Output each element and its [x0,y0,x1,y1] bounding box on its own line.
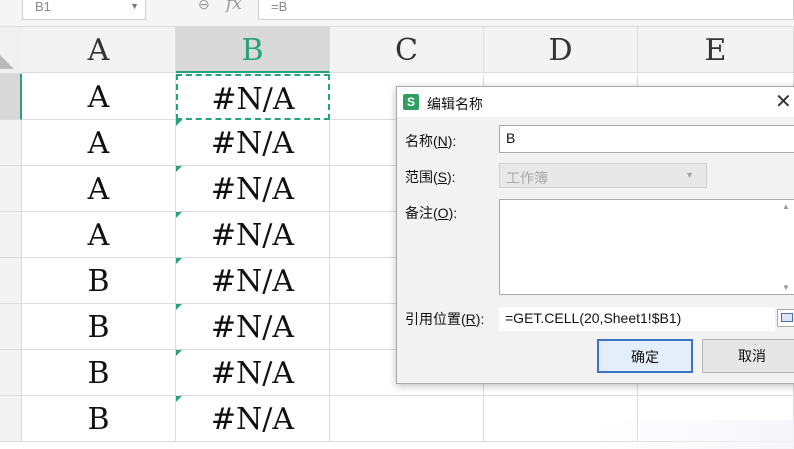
column-header-b[interactable]: B [176,27,330,73]
chevron-down-icon[interactable]: ▼ [130,1,139,11]
column-header-e[interactable]: E [638,27,794,73]
column-header-a[interactable]: A [22,27,176,73]
cell-b[interactable]: #N/A [176,258,330,304]
column-header-d[interactable]: D [484,27,638,73]
note-label: 备注(O): [405,205,458,221]
cell-a[interactable]: A [22,212,176,258]
edit-name-dialog: S 编辑名称 ✕ 名称(N): B 范围(S): 工作簿 ▼ 备注(O): ▲ … [396,86,794,384]
cell-b[interactable]: #N/A [176,120,330,166]
row-header[interactable] [0,212,22,258]
chevron-down-icon: ▼ [685,170,694,180]
formula-input[interactable]: =B [258,0,794,20]
row-header[interactable] [0,350,22,396]
ok-button[interactable]: 确定 [597,339,693,373]
name-field[interactable]: B [499,125,794,153]
cell-b[interactable]: #N/A [176,166,330,212]
name-label: 名称(N): [405,133,457,149]
note-textarea[interactable]: ▲ ▼ [499,199,794,295]
cell-a[interactable]: B [22,350,176,396]
ref-field[interactable]: =GET.CELL(20,Sheet1!$B1) [499,307,775,331]
scope-value: 工作簿 [506,170,548,186]
dialog-titlebar: S 编辑名称 ✕ [397,87,794,117]
cell-a[interactable]: A [22,120,176,166]
empty-cell[interactable] [330,396,484,442]
note-scrollbar[interactable]: ▲ ▼ [780,200,794,294]
scope-label: 范围(S): [405,169,456,185]
name-box-value: B1 [35,0,51,14]
row-header[interactable] [0,166,22,212]
name-box[interactable]: B1 ▼ [22,0,146,20]
ref-label: 引用位置(R): [405,311,485,327]
screen-haze [590,420,794,449]
row-header[interactable] [0,258,22,304]
cell-b[interactable]: #N/A [176,396,330,442]
row-header[interactable] [0,304,22,350]
cell-a[interactable]: B [22,396,176,442]
cell-b[interactable]: #N/A [176,304,330,350]
cell-a[interactable]: B [22,304,176,350]
row-header[interactable] [0,396,22,442]
column-header-c[interactable]: C [330,27,484,73]
cancel-button[interactable]: 取消 [702,339,794,373]
dialog-title: 编辑名称 [427,96,483,112]
row-header[interactable] [0,120,22,166]
formula-bar: B1 ▼ ⊖ fx =B [0,0,794,27]
cell-b[interactable]: #N/A [176,212,330,258]
range-select-icon[interactable] [777,309,794,327]
select-all-icon [0,55,14,69]
cell-b[interactable]: #N/A [176,350,330,396]
cell-a[interactable]: A [22,166,176,212]
cell-a[interactable]: B [22,258,176,304]
cell-a[interactable]: A [22,74,176,120]
active-cell-b[interactable]: #N/A [176,74,330,120]
zoom-icon[interactable]: ⊖ [198,0,210,13]
close-icon[interactable]: ✕ [775,89,792,114]
scroll-down-icon[interactable]: ▼ [782,283,790,292]
select-all-corner[interactable] [0,27,23,74]
function-icon[interactable]: fx [226,0,242,14]
app-logo-icon: S [403,94,419,110]
row-header[interactable] [0,74,22,120]
scroll-up-icon[interactable]: ▲ [782,202,790,211]
scope-select[interactable]: 工作簿 ▼ [499,163,707,188]
